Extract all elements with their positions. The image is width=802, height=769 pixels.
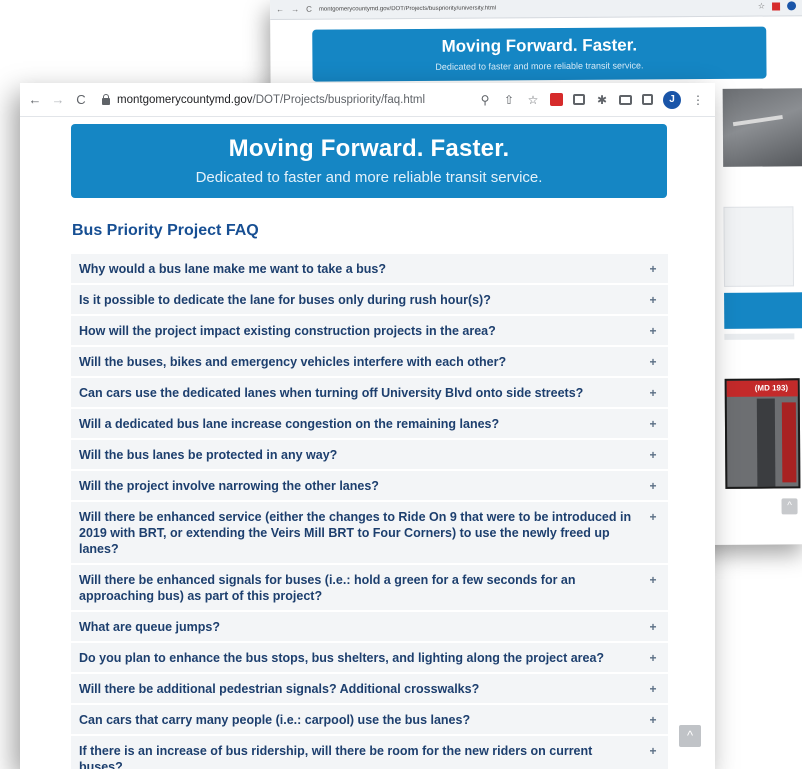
faq-question[interactable]: Can cars use the dedicated lanes when tu… xyxy=(79,385,646,401)
browser-toolbar: ← → C montgomerycountymd.gov/DOT/Project… xyxy=(20,83,715,117)
background-star-icon[interactable]: ☆ xyxy=(758,2,765,11)
search-icon[interactable]: ⚲ xyxy=(478,93,492,107)
camera-extension-icon[interactable] xyxy=(573,94,585,105)
faq-question[interactable]: What are queue jumps? xyxy=(79,619,646,635)
url-path: /DOT/Projects/buspriority/faq.html xyxy=(252,93,426,106)
sidebar-icon[interactable] xyxy=(642,94,653,105)
back-arrow-icon[interactable]: ← xyxy=(276,5,284,14)
background-banner-title: Moving Forward. Faster. xyxy=(441,35,638,56)
faq-item[interactable]: What are queue jumps? + xyxy=(71,612,668,643)
expand-plus-icon[interactable]: + xyxy=(646,478,660,494)
faq-heading: Bus Priority Project FAQ xyxy=(72,222,259,239)
faq-question[interactable]: Do you plan to enhance the bus stops, bu… xyxy=(79,650,646,666)
forward-arrow-icon[interactable]: → xyxy=(51,92,65,107)
share-icon[interactable]: ⇧ xyxy=(502,93,516,107)
faq-item[interactable]: Will there be additional pedestrian sign… xyxy=(71,674,668,705)
expand-plus-icon[interactable]: + xyxy=(646,261,660,277)
background-note xyxy=(724,333,795,340)
expand-plus-icon[interactable]: + xyxy=(646,447,660,463)
background-info-box xyxy=(723,206,795,287)
reload-icon[interactable]: C xyxy=(306,5,312,14)
faq-item[interactable]: Is it possible to dedicate the lane for … xyxy=(71,285,668,316)
faq-item[interactable]: Can cars use the dedicated lanes when tu… xyxy=(71,378,668,409)
faq-item[interactable]: Will the project involve narrowing the o… xyxy=(71,471,668,502)
background-map-road xyxy=(756,398,776,487)
expand-plus-icon[interactable]: + xyxy=(646,509,660,525)
expand-plus-icon[interactable]: + xyxy=(646,416,660,432)
url-text[interactable]: montgomerycountymd.gov/DOT/Projects/busp… xyxy=(117,94,425,106)
lock-icon[interactable] xyxy=(101,94,111,105)
background-toolbar: ← → C montgomerycountymd.gov/DOT/Project… xyxy=(270,0,802,20)
faq-item[interactable]: Will there be enhanced signals for buses… xyxy=(71,565,668,612)
expand-plus-icon[interactable]: + xyxy=(646,681,660,697)
background-callout xyxy=(724,292,802,329)
expand-plus-icon[interactable]: + xyxy=(646,385,660,401)
faq-question[interactable]: Will there be additional pedestrian sign… xyxy=(79,681,646,697)
background-banner-subtitle: Dedicated to faster and more reliable tr… xyxy=(435,60,644,72)
background-url[interactable]: montgomerycountymd.gov/DOT/Projects/busp… xyxy=(319,3,751,12)
faq-item[interactable]: Will a dedicated bus lane increase conge… xyxy=(71,409,668,440)
pdf-extension-icon[interactable] xyxy=(550,93,563,106)
faq-question[interactable]: Is it possible to dedicate the lane for … xyxy=(79,292,646,308)
banner-title: Moving Forward. Faster. xyxy=(228,135,510,162)
bookmark-star-icon[interactable]: ☆ xyxy=(526,93,540,107)
forward-arrow-icon[interactable]: → xyxy=(291,5,299,14)
background-map-label: (MD 193) xyxy=(726,380,798,397)
scroll-to-top-button[interactable]: ^ xyxy=(679,725,701,747)
expand-plus-icon[interactable]: + xyxy=(646,323,660,339)
expand-plus-icon[interactable]: + xyxy=(646,572,660,588)
banner-subtitle: Dedicated to faster and more reliable tr… xyxy=(195,169,543,186)
background-map-lane xyxy=(781,402,797,483)
background-avatar[interactable] xyxy=(787,1,797,11)
faq-question[interactable]: Will there be enhanced service (either t… xyxy=(79,509,646,557)
faq-question[interactable]: Will there be enhanced signals for buses… xyxy=(79,572,646,604)
menu-icon[interactable]: ⋮ xyxy=(691,93,705,107)
faq-question[interactable]: Will the project involve narrowing the o… xyxy=(79,478,646,494)
address-bar[interactable]: montgomerycountymd.gov/DOT/Projects/busp… xyxy=(97,88,469,112)
expand-plus-icon[interactable]: + xyxy=(646,292,660,308)
faq-question[interactable]: If there is an increase of bus ridership… xyxy=(79,743,646,769)
browser-window: ← → C montgomerycountymd.gov/DOT/Project… xyxy=(20,83,715,769)
background-map-image: (MD 193) xyxy=(724,378,801,489)
faq-question[interactable]: Why would a bus lane make me want to tak… xyxy=(79,261,646,277)
expand-plus-icon[interactable]: + xyxy=(646,743,660,759)
faq-question[interactable]: Will the bus lanes be protected in any w… xyxy=(79,447,646,463)
url-domain: montgomerycountymd.gov xyxy=(117,93,253,106)
faq-item[interactable]: If there is an increase of bus ridership… xyxy=(71,736,668,769)
faq-question[interactable]: Can cars that carry many people (i.e.: c… xyxy=(79,712,646,728)
expand-plus-icon[interactable]: + xyxy=(646,619,660,635)
faq-item[interactable]: Do you plan to enhance the bus stops, bu… xyxy=(71,643,668,674)
faq-item[interactable]: Will the buses, bikes and emergency vehi… xyxy=(71,347,668,378)
page-banner: Moving Forward. Faster. Dedicated to fas… xyxy=(71,124,667,198)
faq-question[interactable]: Will a dedicated bus lane increase conge… xyxy=(79,416,646,432)
faq-item[interactable]: Will the bus lanes be protected in any w… xyxy=(71,440,668,471)
profile-avatar[interactable]: J xyxy=(663,90,681,109)
faq-question[interactable]: Will the buses, bikes and emergency vehi… xyxy=(79,354,646,370)
background-street-photo xyxy=(722,88,802,167)
background-pdf-icon[interactable] xyxy=(772,1,781,10)
reading-list-icon[interactable] xyxy=(619,94,632,105)
reload-icon[interactable]: C xyxy=(74,92,88,107)
expand-plus-icon[interactable]: + xyxy=(646,354,660,370)
toolbar-icons: ⚲ ⇧ ☆ ✱ J ⋮ xyxy=(478,90,707,109)
faq-list: Why would a bus lane make me want to tak… xyxy=(71,254,668,769)
faq-item[interactable]: Why would a bus lane make me want to tak… xyxy=(71,254,668,285)
expand-plus-icon[interactable]: + xyxy=(646,712,660,728)
faq-question[interactable]: How will the project impact existing con… xyxy=(79,323,646,339)
faq-item[interactable]: Will there be enhanced service (either t… xyxy=(71,502,668,565)
puzzle-icon[interactable]: ✱ xyxy=(595,93,609,107)
background-banner: Moving Forward. Faster. Dedicated to fas… xyxy=(312,26,767,82)
back-arrow-icon[interactable]: ← xyxy=(28,92,42,107)
background-scroll-top-button[interactable]: ^ xyxy=(781,498,798,515)
expand-plus-icon[interactable]: + xyxy=(646,650,660,666)
faq-item[interactable]: How will the project impact existing con… xyxy=(71,316,668,347)
faq-item[interactable]: Can cars that carry many people (i.e.: c… xyxy=(71,705,668,736)
